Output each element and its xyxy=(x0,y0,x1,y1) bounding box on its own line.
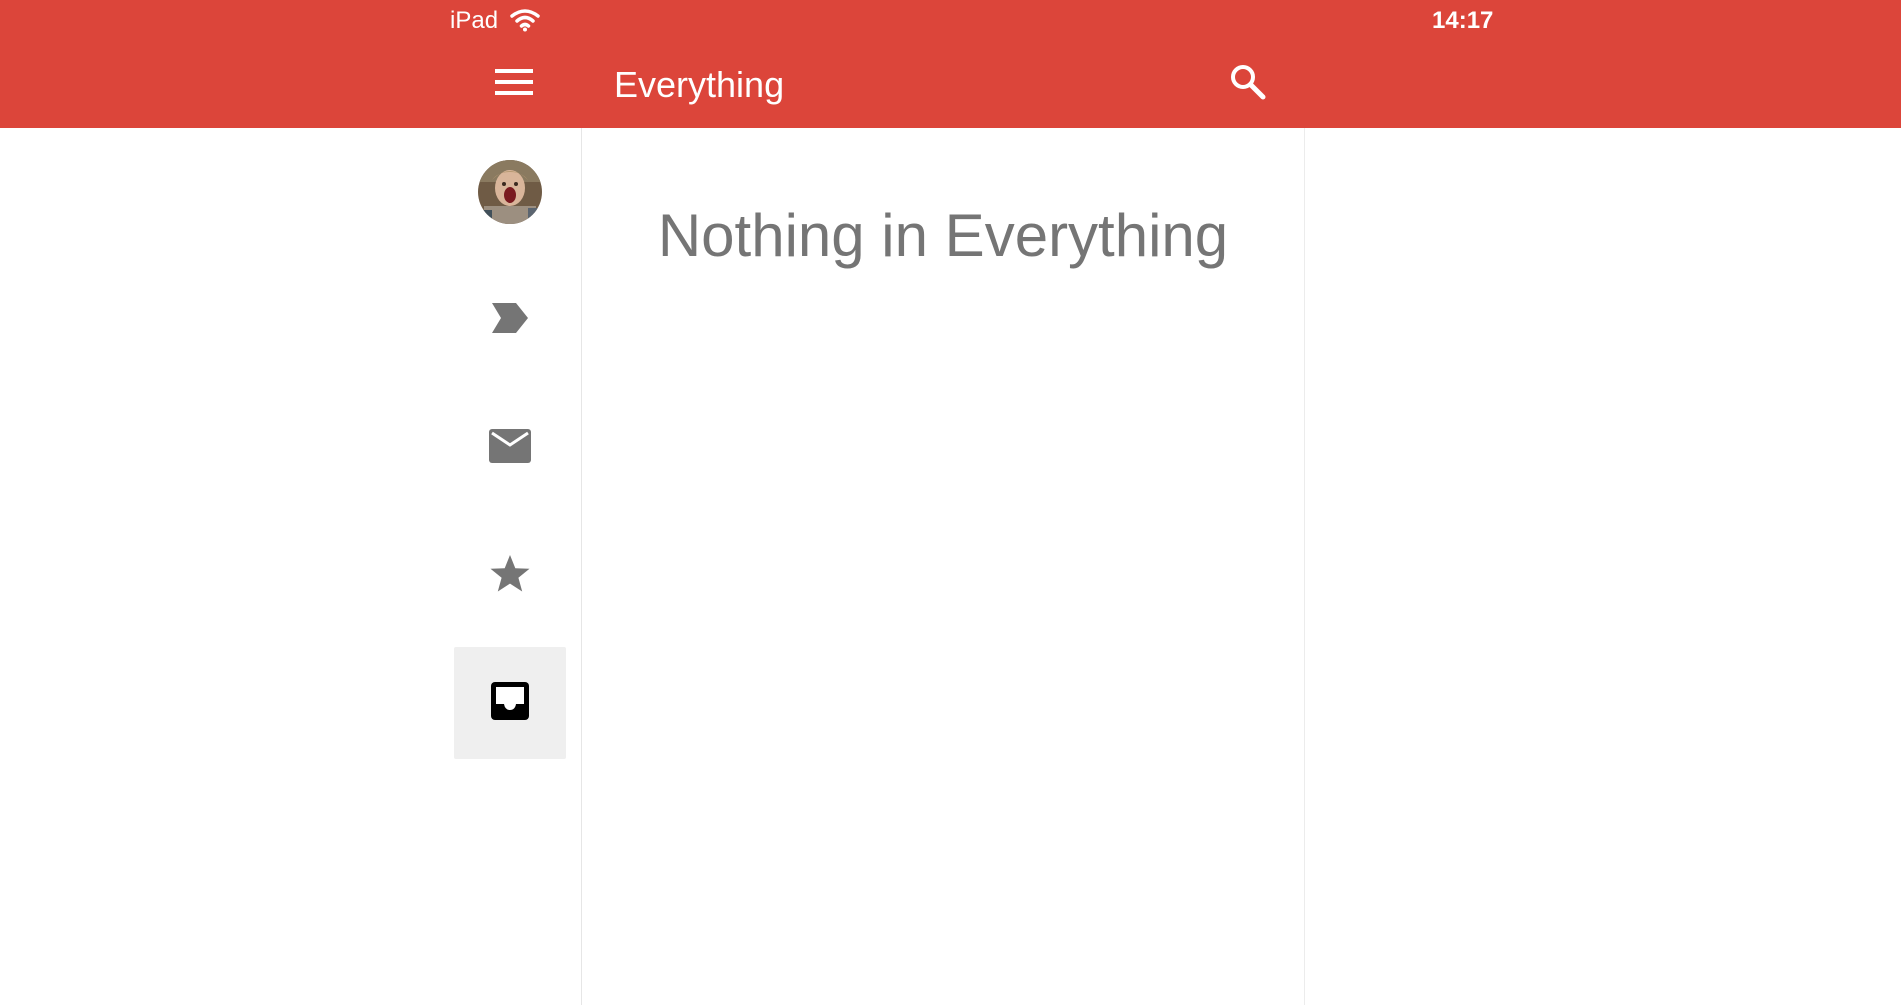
menu-button[interactable] xyxy=(478,60,550,108)
status-device-label: iPad xyxy=(450,7,499,34)
conversation-list: Nothing in Everything xyxy=(582,128,1305,1005)
inbox-tray-icon xyxy=(491,681,529,725)
status-time: 14:17 xyxy=(1432,7,1494,34)
search-icon xyxy=(1228,62,1268,107)
rail-item-labels[interactable] xyxy=(454,264,566,376)
wifi-icon xyxy=(510,8,540,32)
app-header: iPad 14:17 Everything xyxy=(0,0,1901,128)
rail-item-inbox[interactable] xyxy=(454,647,566,759)
search-button[interactable] xyxy=(1222,58,1274,110)
label-arrow-icon xyxy=(492,302,528,338)
rail-item-mail[interactable] xyxy=(454,392,566,504)
empty-state-message: Nothing in Everything xyxy=(657,202,1229,269)
page-title: Everything xyxy=(614,64,785,105)
hamburger-menu-icon xyxy=(495,68,533,101)
user-avatar[interactable] xyxy=(478,160,542,224)
star-icon xyxy=(489,554,531,599)
rail-item-starred[interactable] xyxy=(454,520,566,632)
mail-icon xyxy=(489,428,531,468)
